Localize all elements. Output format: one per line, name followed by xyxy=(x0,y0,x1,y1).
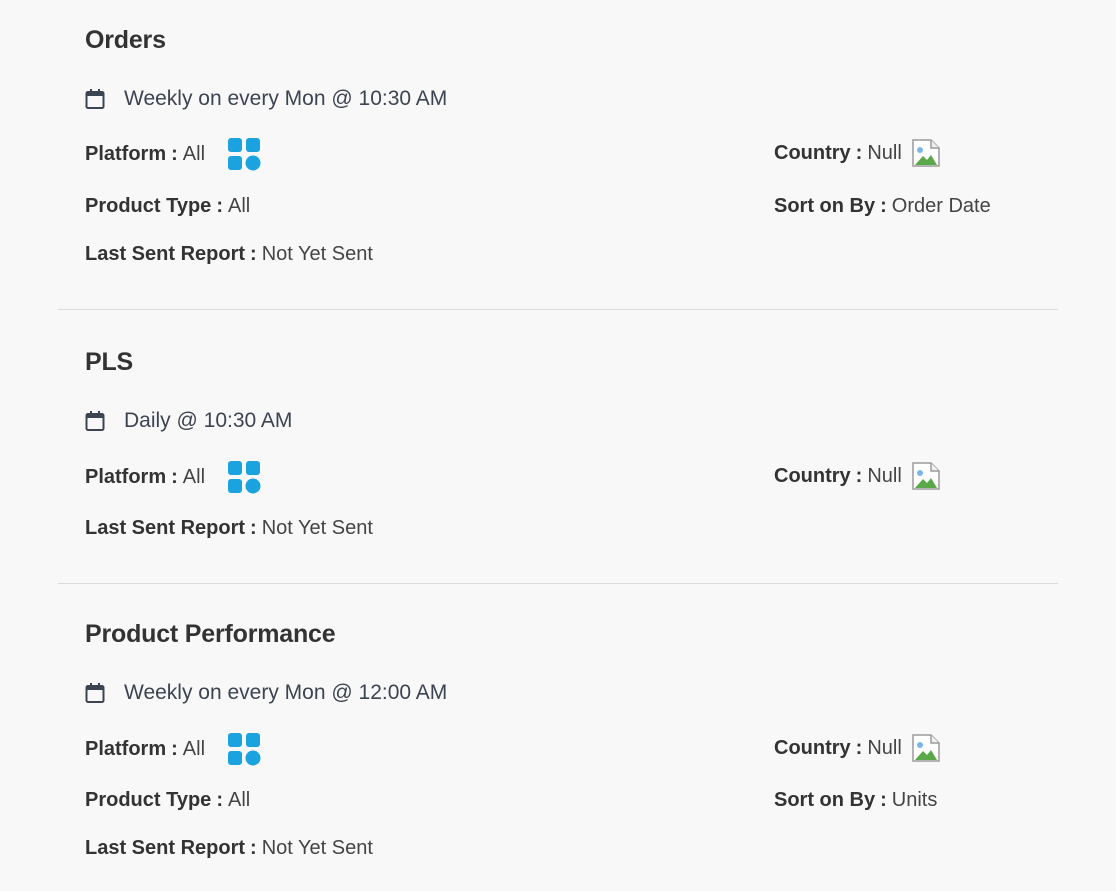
field-separator: : xyxy=(855,141,863,164)
calendar-icon xyxy=(85,89,105,109)
broken-image-icon xyxy=(912,139,940,167)
country-value: Null xyxy=(867,464,902,487)
report-card-product-performance: Product Performance Weekly on every Mon … xyxy=(58,584,1058,891)
broken-image-icon xyxy=(912,734,940,762)
field-separator: : xyxy=(880,789,887,811)
sort-on-label: Sort on By xyxy=(774,195,876,217)
platform-label: Platform xyxy=(85,737,167,760)
platform-label: Platform xyxy=(85,465,167,488)
country-value: Null xyxy=(867,736,902,759)
last-sent-label: Last Sent Report xyxy=(85,517,246,539)
all-platforms-grid-icon xyxy=(228,461,261,494)
last-sent-value: Not Yet Sent xyxy=(261,837,373,859)
sort-on-value: Order Date xyxy=(891,195,991,217)
platform-field: Platform : All xyxy=(85,460,261,494)
last-sent-label: Last Sent Report xyxy=(85,243,246,265)
platform-value: All xyxy=(182,465,206,488)
last-sent-label: Last Sent Report xyxy=(85,837,246,859)
field-separator: : xyxy=(216,789,223,811)
country-value: Null xyxy=(867,141,902,164)
report-title: Product Performance xyxy=(85,620,336,648)
sort-on-field: Sort on By : Order Date xyxy=(774,195,991,218)
report-schedule: Weekly on every Mon @ 10:30 AM xyxy=(85,87,447,111)
sort-on-label: Sort on By xyxy=(774,789,876,811)
calendar-icon xyxy=(85,683,105,703)
product-type-field: Product Type : All xyxy=(85,195,250,218)
sort-on-field: Sort on By : Units xyxy=(774,789,937,812)
platform-field: Platform : All xyxy=(85,732,261,766)
country-label: Country xyxy=(774,736,851,759)
last-sent-value: Not Yet Sent xyxy=(261,243,373,265)
country-label: Country xyxy=(774,141,851,164)
field-separator: : xyxy=(216,195,223,217)
schedule-text: Weekly on every Mon @ 12:00 AM xyxy=(124,681,448,704)
all-platforms-grid-icon xyxy=(228,733,261,766)
field-separator: : xyxy=(855,464,863,487)
field-separator: : xyxy=(855,736,863,759)
field-separator: : xyxy=(250,517,257,539)
broken-image-icon xyxy=(912,462,940,490)
product-type-label: Product Type xyxy=(85,195,212,217)
field-separator: : xyxy=(250,837,257,859)
report-title: Orders xyxy=(85,26,166,54)
last-sent-field: Last Sent Report : Not Yet Sent xyxy=(85,517,373,540)
schedule-text: Weekly on every Mon @ 10:30 AM xyxy=(124,87,448,110)
platform-field: Platform : All xyxy=(85,137,261,171)
all-platforms-grid-icon xyxy=(228,138,261,171)
country-label: Country xyxy=(774,464,851,487)
report-schedule: Daily @ 10:30 AM xyxy=(85,409,292,433)
product-type-value: All xyxy=(227,789,251,811)
product-type-label: Product Type xyxy=(85,789,212,811)
schedule-text: Daily @ 10:30 AM xyxy=(124,409,293,432)
platform-label: Platform xyxy=(85,142,167,165)
last-sent-field: Last Sent Report : Not Yet Sent xyxy=(85,837,373,860)
last-sent-field: Last Sent Report : Not Yet Sent xyxy=(85,243,373,266)
product-type-field: Product Type : All xyxy=(85,789,250,812)
field-separator: : xyxy=(171,465,178,488)
report-card-orders: Orders Weekly on every Mon @ 10:30 AM Pl… xyxy=(58,0,1058,310)
sort-on-value: Units xyxy=(891,789,938,811)
platform-value: All xyxy=(182,142,206,165)
field-separator: : xyxy=(171,142,178,165)
product-type-value: All xyxy=(227,195,251,217)
calendar-icon xyxy=(85,411,105,431)
field-separator: : xyxy=(171,737,178,760)
field-separator: : xyxy=(250,243,257,265)
country-field: Country : Null xyxy=(774,460,942,492)
platform-value: All xyxy=(182,737,206,760)
report-card-pls: PLS Daily @ 10:30 AM Platform : All Coun… xyxy=(58,310,1058,584)
country-field: Country : Null xyxy=(774,732,942,764)
report-schedule: Weekly on every Mon @ 12:00 AM xyxy=(85,681,447,705)
last-sent-value: Not Yet Sent xyxy=(261,517,373,539)
report-title: PLS xyxy=(85,348,134,376)
field-separator: : xyxy=(880,195,887,217)
country-field: Country : Null xyxy=(774,137,942,169)
